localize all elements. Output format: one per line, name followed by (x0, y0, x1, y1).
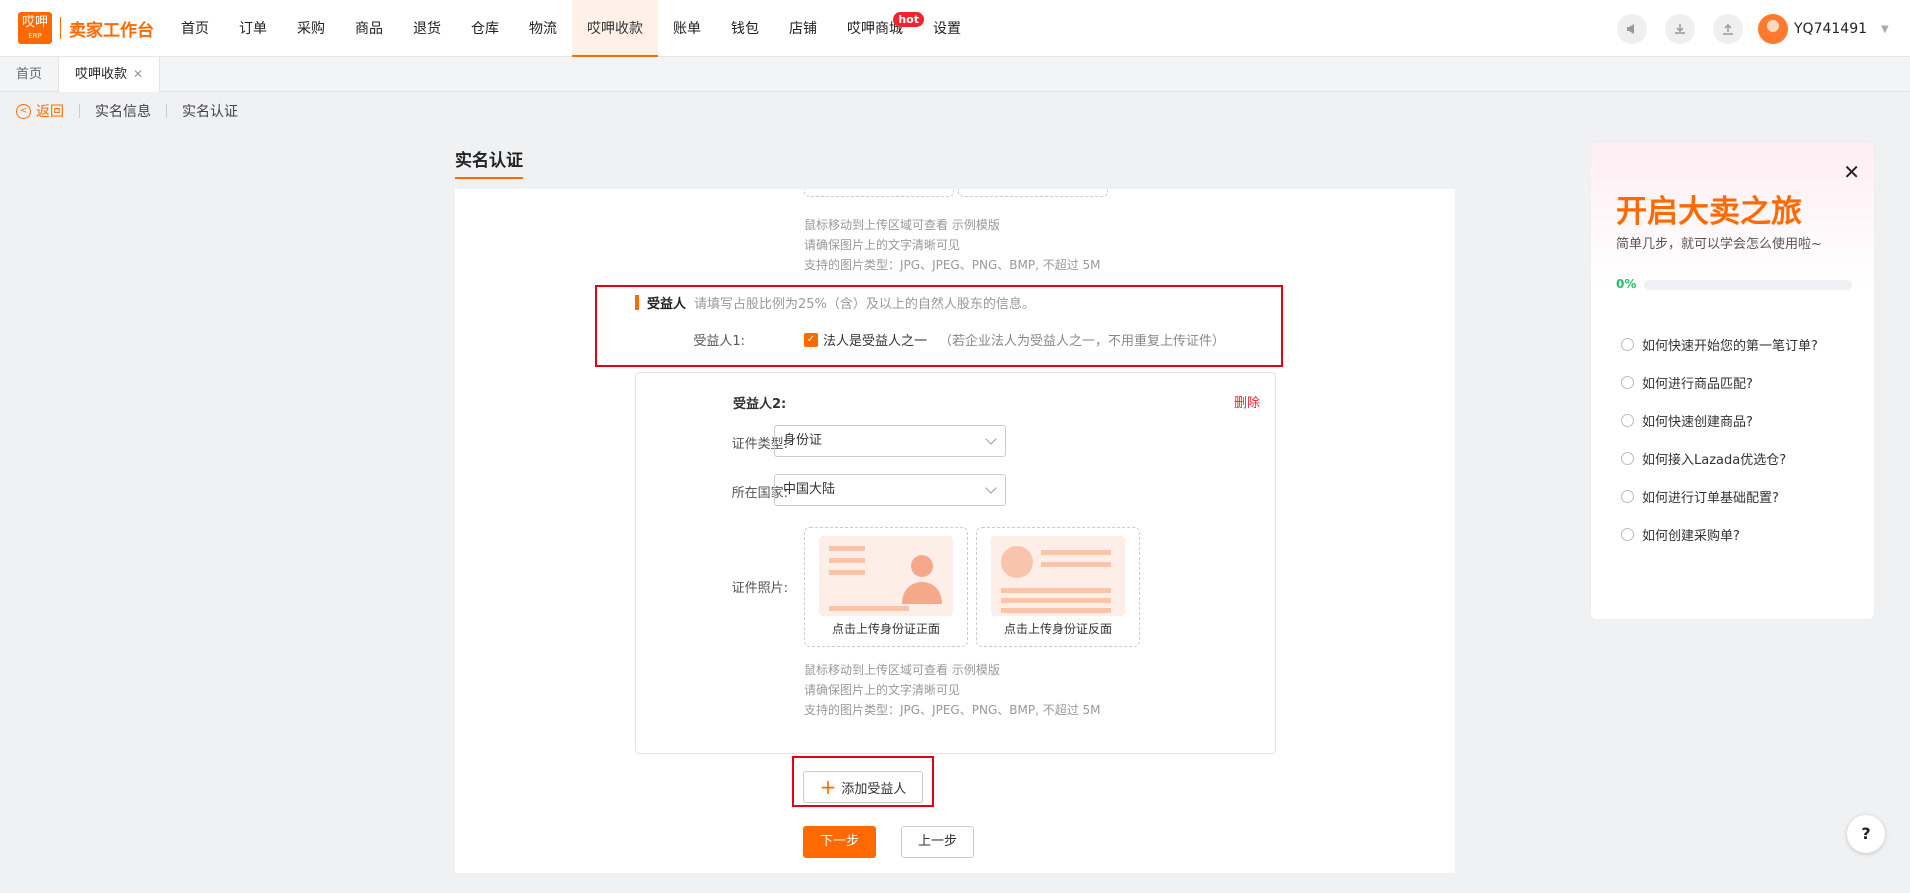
id-photo-label: 证件照片: (731, 581, 788, 596)
previous-step-button[interactable]: 上一步 (901, 826, 974, 858)
radio-icon (1621, 527, 1634, 541)
onboarding-guide-panel: ✕ 开启大卖之旅 简单几步，就可以学会怎么使用啦~ 0% 如何快速开始您的第一笔… (1590, 141, 1875, 620)
nav-item-mall[interactable]: 哎呷商城 hot (832, 0, 924, 57)
breadcrumb: < 返回 实名信息 实名认证 (16, 100, 238, 122)
progress-bar (1644, 280, 1852, 290)
chevron-down-icon: ▼ (1881, 23, 1889, 35)
close-icon[interactable]: ✕ (1843, 160, 1860, 184)
radio-icon (1621, 413, 1634, 427)
back-button[interactable]: < 返回 (16, 101, 64, 121)
guide-item[interactable]: 如何进行订单基础配置? (1621, 477, 1818, 515)
nav-item-bills[interactable]: 账单 (658, 0, 716, 57)
tabs-bar: 首页 哎呷收款 ✕ (0, 57, 1910, 92)
back-arrow-icon: < (16, 103, 31, 119)
breadcrumb-item[interactable]: 实名信息 (95, 101, 151, 121)
megaphone-icon[interactable] (1617, 14, 1647, 44)
next-step-button[interactable]: 下一步 (803, 826, 876, 858)
delete-button[interactable]: 删除 (1234, 392, 1260, 411)
nav-item-wallet[interactable]: 钱包 (716, 0, 774, 57)
download-icon[interactable] (1665, 14, 1695, 44)
country-select[interactable]: 中国大陆 (774, 474, 1006, 506)
tab-home[interactable]: 首页 (0, 57, 60, 92)
nav-item-stores[interactable]: 店铺 (774, 0, 832, 57)
guide-title: 开启大卖之旅 (1616, 194, 1802, 230)
chevron-down-icon (985, 482, 997, 494)
guide-list: 如何快速开始您的第一笔订单? 如何进行商品匹配? 如何快速创建商品? 如何接入L… (1621, 325, 1818, 553)
close-icon[interactable]: ✕ (133, 67, 143, 81)
radio-icon (1621, 337, 1634, 351)
guide-item[interactable]: 如何进行商品匹配? (1621, 363, 1818, 401)
tab-payments[interactable]: 哎呷收款 ✕ (59, 57, 161, 92)
upload-area-partial[interactable] (958, 189, 1108, 197)
nav-item-warehouse[interactable]: 仓库 (456, 0, 514, 57)
upload-hints: 鼠标移动到上传区域可查看 示例模版 请确保图片上的文字清晰可见 支持的图片类型：… (804, 218, 1101, 272)
radio-icon (1621, 451, 1634, 465)
highlight-box (792, 756, 934, 807)
nav-item-returns[interactable]: 退货 (398, 0, 456, 57)
beneficiary2-title: 受益人2: (733, 397, 787, 412)
country-label: 所在国家: (731, 486, 788, 501)
radio-icon (1621, 375, 1634, 389)
breadcrumb-item: 实名认证 (182, 104, 238, 120)
nav-item-logistics[interactable]: 物流 (514, 0, 572, 57)
id-card-back-icon (991, 536, 1125, 616)
upload-area-partial[interactable] (804, 189, 954, 197)
guide-item[interactable]: 如何接入Lazada优选仓? (1621, 439, 1818, 477)
guide-item[interactable]: 如何快速开始您的第一笔订单? (1621, 325, 1818, 363)
radio-icon (1621, 489, 1634, 503)
id-card-front-icon (819, 536, 953, 616)
user-menu[interactable]: YQ741491 ▼ (1758, 14, 1889, 44)
logo-mark: 哎呷 ERP (18, 12, 52, 44)
id-back-upload[interactable]: 点击上传身份证反面 (976, 527, 1140, 647)
logo[interactable]: 哎呷 ERP 卖家工作台 (18, 12, 154, 44)
progress-percent: 0% (1616, 277, 1637, 291)
nav-item-products[interactable]: 商品 (340, 0, 398, 57)
nav-item-orders[interactable]: 订单 (224, 0, 282, 57)
upload-hints: 鼠标移动到上传区域可查看 示例模版 请确保图片上的文字清晰可见 支持的图片类型：… (804, 663, 1101, 717)
upload-icon[interactable] (1713, 14, 1743, 44)
top-navigation-bar: 哎呷 ERP 卖家工作台 首页 订单 采购 商品 退货 仓库 物流 哎呷收款 账… (0, 0, 1910, 57)
guide-item[interactable]: 如何快速创建商品? (1621, 401, 1818, 439)
nav-item-home[interactable]: 首页 (166, 0, 224, 57)
guide-item[interactable]: 如何创建采购单? (1621, 515, 1818, 553)
nav-item-purchase[interactable]: 采购 (282, 0, 340, 57)
user-name: YQ741491 (1794, 21, 1868, 37)
highlight-box (595, 285, 1283, 367)
beneficiary2-panel: 受益人2: 删除 证件类型: 身份证 所在国家: 中国大陆 证件照片: 点击上传… (635, 372, 1276, 754)
id-type-select[interactable]: 身份证 (774, 425, 1006, 457)
chevron-down-icon (985, 433, 997, 445)
nav-item-settings[interactable]: 设置 (918, 0, 976, 57)
main-nav: 首页 订单 采购 商品 退货 仓库 物流 哎呷收款 账单 钱包 店铺 哎呷商城 h… (166, 0, 976, 57)
avatar (1758, 14, 1788, 44)
id-front-upload[interactable]: 点击上传身份证正面 (804, 527, 968, 647)
id-type-label: 证件类型: (731, 437, 788, 452)
guide-subtitle: 简单几步，就可以学会怎么使用啦~ (1616, 237, 1822, 252)
form-card: 鼠标移动到上传区域可查看 示例模版 请确保图片上的文字清晰可见 支持的图片类型：… (455, 189, 1455, 873)
app-title: 卖家工作台 (69, 20, 154, 41)
help-button[interactable]: ? (1847, 815, 1885, 853)
page-title: 实名认证 (455, 146, 523, 179)
nav-item-payments[interactable]: 哎呷收款 (572, 0, 658, 57)
